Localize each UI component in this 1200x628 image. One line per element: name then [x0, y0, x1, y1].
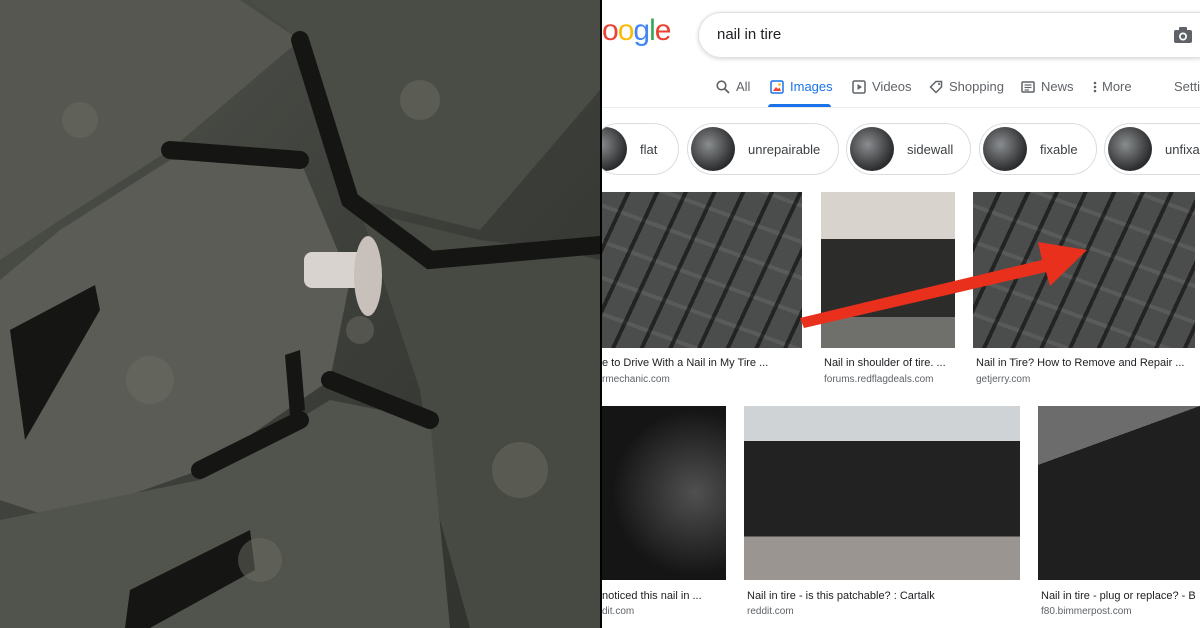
chip-flat[interactable]: flat [602, 123, 679, 175]
result-title[interactable]: Nail in Tire? How to Remove and Repair .… [976, 357, 1184, 369]
chip-thumbnail [1108, 127, 1152, 171]
tire-tread-image [0, 0, 600, 628]
result-card[interactable]: e to Drive With a Nail in My Tire ... rm… [602, 192, 802, 392]
chip-unrepairable[interactable]: unrepairable [687, 123, 839, 175]
chip-thumbnail [983, 127, 1027, 171]
chip-thumbnail [602, 127, 627, 171]
result-source: reddit.com [747, 606, 794, 617]
tab-all[interactable]: All [716, 79, 750, 94]
chip-label: flat [640, 141, 658, 157]
tab-shopping[interactable]: Shopping [929, 79, 1004, 94]
tab-label: All [736, 79, 751, 94]
result-source: f80.bimmerpost.com [1041, 606, 1132, 617]
tab-label: Videos [872, 79, 912, 94]
result-card[interactable]: Nail in tire - is this patchable? : Cart… [744, 406, 1020, 628]
result-source: forums.redflagdeals.com [824, 374, 934, 385]
tab-label: Shopping [949, 79, 1004, 94]
search-icon [716, 79, 730, 94]
result-source: getjerry.com [976, 374, 1031, 385]
result-card[interactable]: noticed this nail in ... dit.com [602, 406, 726, 628]
tab-more[interactable]: More [1092, 79, 1132, 94]
image-icon [770, 79, 784, 94]
result-card[interactable]: Nail in tire - plug or replace? - B f80.… [1038, 406, 1200, 628]
result-thumbnail[interactable] [602, 406, 726, 580]
tire-photo [0, 0, 600, 628]
chip-thumbnail [691, 127, 735, 171]
chip-thumbnail [850, 127, 894, 171]
tab-news[interactable]: News [1021, 79, 1074, 94]
tab-images[interactable]: Images [770, 79, 833, 94]
red-arrow-annotation [800, 242, 1087, 328]
tab-settings[interactable]: Setti [1174, 79, 1200, 94]
result-title[interactable]: e to Drive With a Nail in My Tire ... [602, 357, 768, 369]
chip-sidewall[interactable]: sidewall [846, 123, 971, 175]
chip-label: fixable [1040, 141, 1078, 157]
tab-label: News [1041, 79, 1074, 94]
result-title[interactable]: Nail in shoulder of tire. ... [824, 357, 946, 369]
chip-fixable[interactable]: fixable [979, 123, 1097, 175]
result-thumbnail[interactable] [744, 406, 1020, 580]
tag-icon [929, 80, 943, 94]
chip-unfixable[interactable]: unfixa [1104, 123, 1200, 175]
result-thumbnail[interactable] [602, 192, 802, 348]
tab-label: More [1102, 79, 1132, 94]
result-source: rmechanic.com [602, 374, 670, 385]
result-source: dit.com [602, 606, 635, 617]
google-images-results: oogle nail in tire All Images Videos Sho… [602, 0, 1200, 628]
play-icon [852, 79, 866, 94]
news-icon [1021, 80, 1035, 93]
tabs-divider [602, 107, 1200, 108]
chip-label: sidewall [907, 141, 954, 157]
result-thumbnail[interactable] [1038, 406, 1200, 580]
chip-label: unfixa [1165, 141, 1200, 157]
tab-videos[interactable]: Videos [852, 79, 912, 94]
result-title[interactable]: Nail in tire - plug or replace? - B [1041, 590, 1196, 602]
result-title[interactable]: Nail in tire - is this patchable? : Cart… [747, 590, 935, 602]
result-title[interactable]: noticed this nail in ... [602, 590, 702, 602]
tab-label: Images [790, 79, 833, 94]
tab-label: Setti [1174, 79, 1200, 94]
more-vertical-icon [1093, 81, 1097, 92]
search-tabs: All Images Videos Shopping News More Set… [602, 0, 1200, 110]
chip-label: unrepairable [748, 141, 821, 157]
